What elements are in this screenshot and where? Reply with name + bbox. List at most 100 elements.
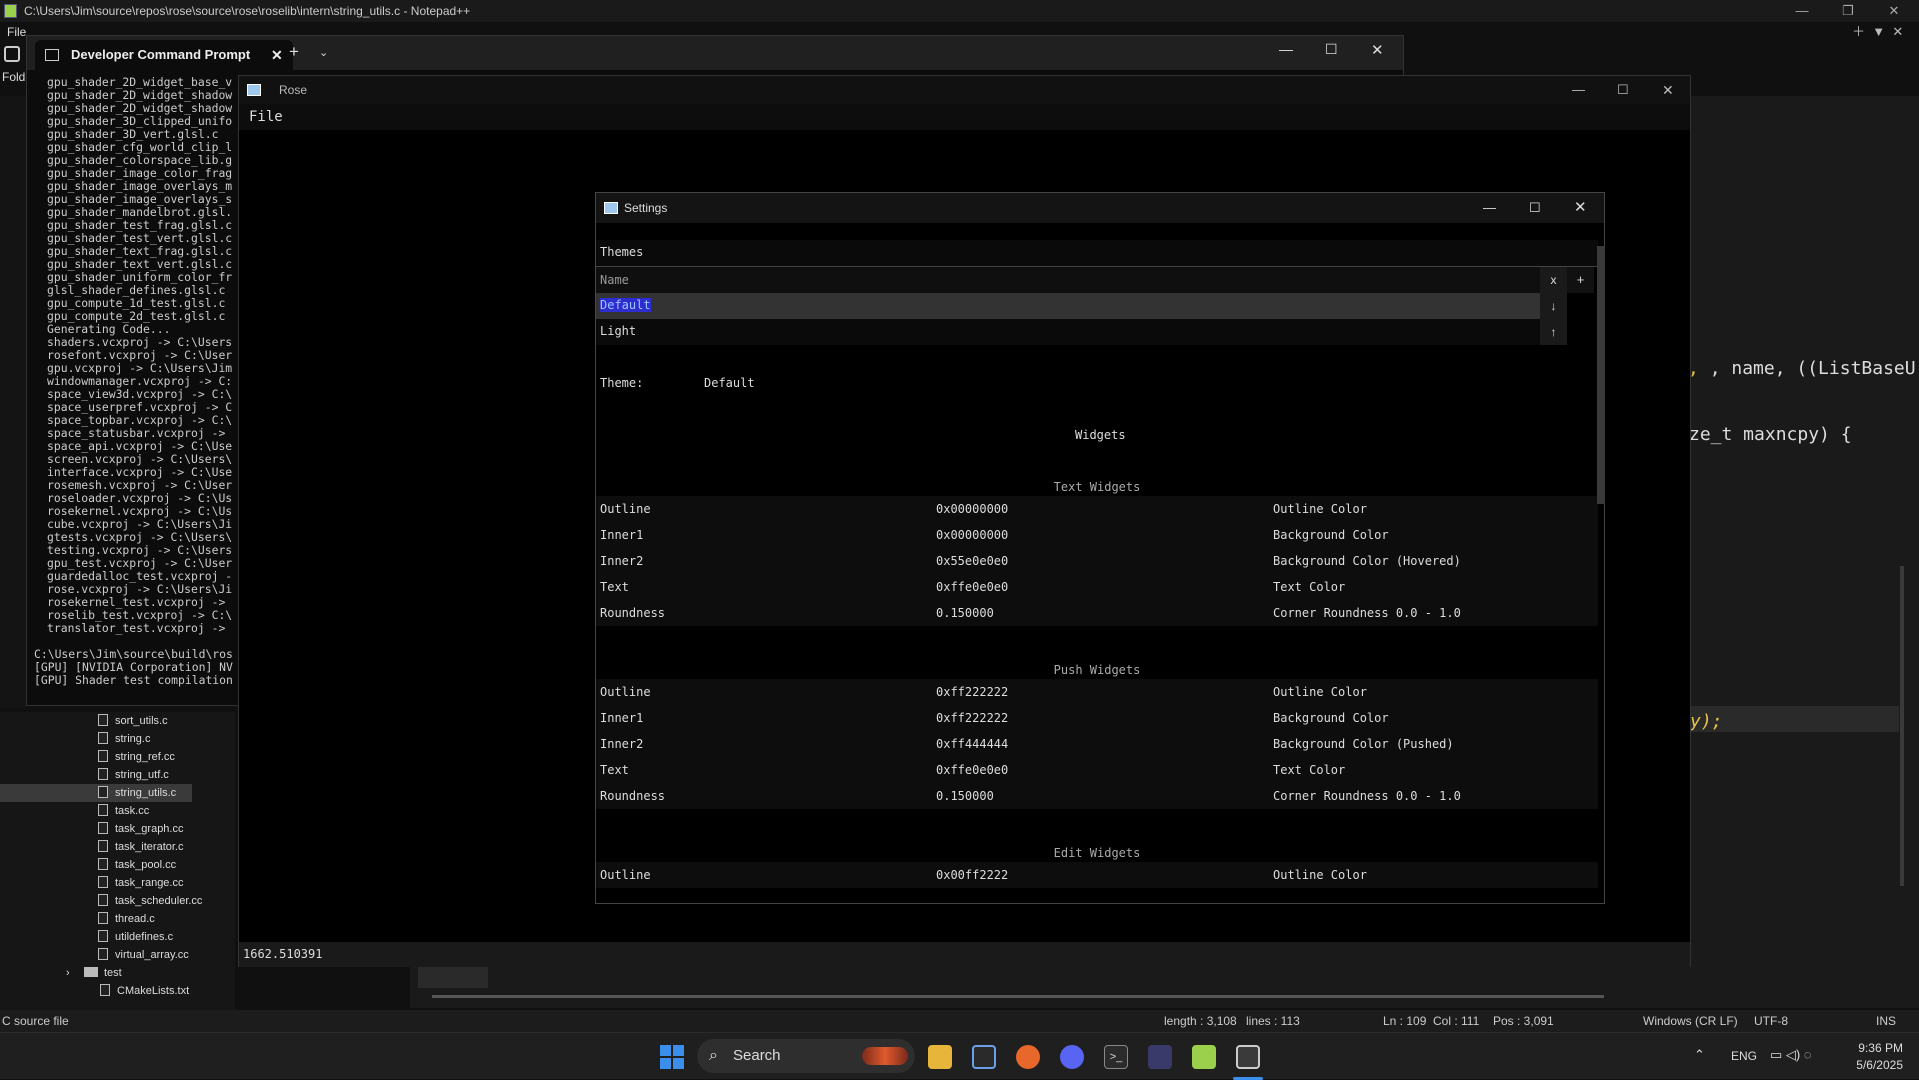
code-line-1: , , name, ((ListBaseU bbox=[1688, 358, 1916, 379]
editor-hscrollbar[interactable] bbox=[432, 995, 1604, 998]
settings-window[interactable]: Settings — ☐ ✕ Themes Name x + Default ↓… bbox=[595, 192, 1605, 904]
settings-scrollbar[interactable] bbox=[1597, 246, 1605, 504]
tray-chevron-icon[interactable]: ⌃ bbox=[1694, 1047, 1705, 1063]
rose-menu-file[interactable]: File bbox=[249, 106, 283, 128]
setting-value[interactable]: 0xff444444 bbox=[936, 737, 1008, 751]
terminal-minimize-button[interactable]: — bbox=[1279, 41, 1293, 57]
setting-value[interactable]: 0x00ff2222 bbox=[936, 868, 1008, 882]
terminal-tab[interactable]: Developer Command Prompt ✕ bbox=[35, 40, 293, 70]
remove-theme-button[interactable]: x bbox=[1540, 267, 1567, 293]
rose-maximize-button[interactable]: ☐ bbox=[1617, 76, 1629, 104]
rose-minimize-button[interactable]: — bbox=[1572, 76, 1585, 104]
terminal-icon[interactable]: >_ bbox=[1104, 1045, 1128, 1069]
visual-studio-icon[interactable] bbox=[1148, 1045, 1172, 1069]
setting-value[interactable]: 0x00000000 bbox=[936, 528, 1008, 542]
terminal-close-button[interactable]: ✕ bbox=[1371, 41, 1384, 59]
tree-item-label: string.c bbox=[115, 733, 151, 745]
settings-close-button[interactable]: ✕ bbox=[1574, 193, 1587, 223]
tree-item[interactable]: task_range.cc bbox=[98, 874, 183, 892]
setting-description: Corner Roundness 0.0 - 1.0 bbox=[1273, 789, 1461, 803]
tree-item[interactable]: virtual_array.cc bbox=[98, 946, 189, 964]
clock[interactable]: 9:36 PM 5/6/2025 bbox=[1847, 1041, 1903, 1072]
file-explorer-icon[interactable] bbox=[928, 1045, 952, 1069]
status-filetype: C source file bbox=[2, 1014, 69, 1028]
terminal-tab-close-icon[interactable]: ✕ bbox=[271, 40, 283, 70]
taskbar-search[interactable]: ⌕ Search bbox=[697, 1039, 915, 1073]
theme-row-selected[interactable] bbox=[596, 293, 1540, 319]
theme-value[interactable]: Default bbox=[704, 376, 755, 390]
settings-app-icon bbox=[604, 202, 618, 214]
language-indicator[interactable]: ENG bbox=[1731, 1049, 1757, 1063]
tree-item[interactable]: string_ref.cc bbox=[98, 748, 175, 766]
windows-start-icon[interactable] bbox=[660, 1045, 684, 1069]
status-length: length : 3,108 bbox=[1164, 1014, 1237, 1028]
tab-dropdown-icon[interactable]: ⌄ bbox=[319, 46, 328, 59]
file-icon bbox=[98, 768, 108, 780]
rose-close-button[interactable]: ✕ bbox=[1662, 76, 1674, 104]
tree-item[interactable]: string.c bbox=[98, 730, 150, 748]
widgets-header: Widgets bbox=[1075, 428, 1126, 442]
terminal-maximize-button[interactable]: ☐ bbox=[1325, 41, 1338, 58]
file-icon bbox=[98, 894, 108, 906]
new-tab-button[interactable]: + bbox=[289, 42, 299, 62]
move-theme-down-button[interactable]: ↓ bbox=[1540, 293, 1567, 319]
file-icon bbox=[98, 750, 108, 762]
tree-item[interactable]: sort_utils.c bbox=[98, 712, 168, 730]
tree-item[interactable]: string_utf.c bbox=[98, 766, 169, 784]
npp-restore-button[interactable]: ❐ bbox=[1825, 0, 1871, 22]
theme-row[interactable] bbox=[596, 319, 1540, 345]
tree-item-label: string_utils.c bbox=[115, 787, 177, 799]
setting-value[interactable]: 0xff222222 bbox=[936, 711, 1008, 725]
status-mode: INS bbox=[1876, 1014, 1897, 1028]
move-theme-up-button[interactable]: ↑ bbox=[1540, 319, 1567, 345]
setting-value[interactable]: 0xffe0e0e0 bbox=[936, 763, 1008, 777]
tree-item[interactable]: task_iterator.c bbox=[98, 838, 183, 856]
search-highlight-image bbox=[862, 1047, 908, 1065]
section-title: Text Widgets bbox=[1053, 480, 1141, 494]
npp-minimize-button[interactable]: — bbox=[1779, 0, 1825, 22]
store-icon[interactable] bbox=[972, 1045, 996, 1069]
toolbar-icon[interactable] bbox=[4, 46, 20, 62]
tree-item-label: task.cc bbox=[115, 805, 150, 817]
setting-name: Inner2 bbox=[600, 737, 644, 751]
setting-value[interactable]: 0xffe0e0e0 bbox=[936, 580, 1008, 594]
terminal-tab-bar: Developer Command Prompt ✕ + ⌄ — ☐ ✕ bbox=[27, 36, 1403, 70]
rose-app-icon[interactable] bbox=[1236, 1045, 1260, 1069]
setting-description: Outline Color bbox=[1273, 502, 1367, 516]
file-icon bbox=[98, 876, 108, 888]
setting-value[interactable]: 0x55e0e0e0 bbox=[936, 554, 1008, 568]
tree-item[interactable]: task_pool.cc bbox=[98, 856, 176, 874]
npp-close-button[interactable]: ✕ bbox=[1871, 0, 1917, 22]
firefox-icon[interactable] bbox=[1016, 1045, 1040, 1069]
setting-value[interactable]: 0x00000000 bbox=[936, 502, 1008, 516]
tree-item[interactable]: utildefines.c bbox=[98, 928, 173, 946]
setting-row bbox=[596, 522, 1598, 548]
tree-item-cmakelists[interactable]: CMakeLists.txt bbox=[100, 982, 189, 1000]
tree-item[interactable]: task.cc bbox=[98, 802, 149, 820]
clock-time: 9:36 PM bbox=[1858, 1041, 1903, 1055]
settings-maximize-button[interactable]: ☐ bbox=[1529, 193, 1541, 223]
setting-description: Background Color (Pushed) bbox=[1273, 737, 1454, 751]
notepadpp-taskbar-icon[interactable] bbox=[1192, 1045, 1216, 1069]
theme-item-default[interactable]: Default bbox=[600, 298, 651, 312]
tree-item-label: thread.c bbox=[115, 913, 155, 925]
tree-item[interactable]: string_utils.c bbox=[0, 784, 192, 802]
add-theme-button[interactable]: + bbox=[1567, 267, 1594, 293]
tree-item-label: task_scheduler.cc bbox=[115, 895, 203, 907]
rose-status-value: 1662.510391 bbox=[243, 947, 323, 961]
discord-icon[interactable] bbox=[1060, 1045, 1084, 1069]
folder-icon bbox=[84, 967, 98, 977]
network-volume-icons[interactable]: ▭ ◁) ◌ bbox=[1770, 1047, 1812, 1063]
tree-item[interactable]: task_graph.cc bbox=[98, 820, 183, 838]
npp-tab-controls[interactable]: ＋ ▼ ✕ bbox=[1852, 22, 1919, 42]
setting-value[interactable]: 0.150000 bbox=[936, 606, 994, 620]
terminal-output: gpu_shader_2D_widget_base_v gpu_shader_2D… bbox=[47, 76, 232, 635]
settings-minimize-button[interactable]: — bbox=[1483, 193, 1496, 223]
tree-item[interactable]: task_scheduler.cc bbox=[98, 892, 202, 910]
theme-item-light[interactable]: Light bbox=[600, 324, 636, 338]
setting-value[interactable]: 0.150000 bbox=[936, 789, 994, 803]
editor-scrollbar[interactable] bbox=[1900, 566, 1904, 886]
tree-item[interactable]: thread.c bbox=[98, 910, 155, 928]
setting-value[interactable]: 0xff222222 bbox=[936, 685, 1008, 699]
tree-folder-test[interactable]: › test bbox=[66, 964, 122, 982]
